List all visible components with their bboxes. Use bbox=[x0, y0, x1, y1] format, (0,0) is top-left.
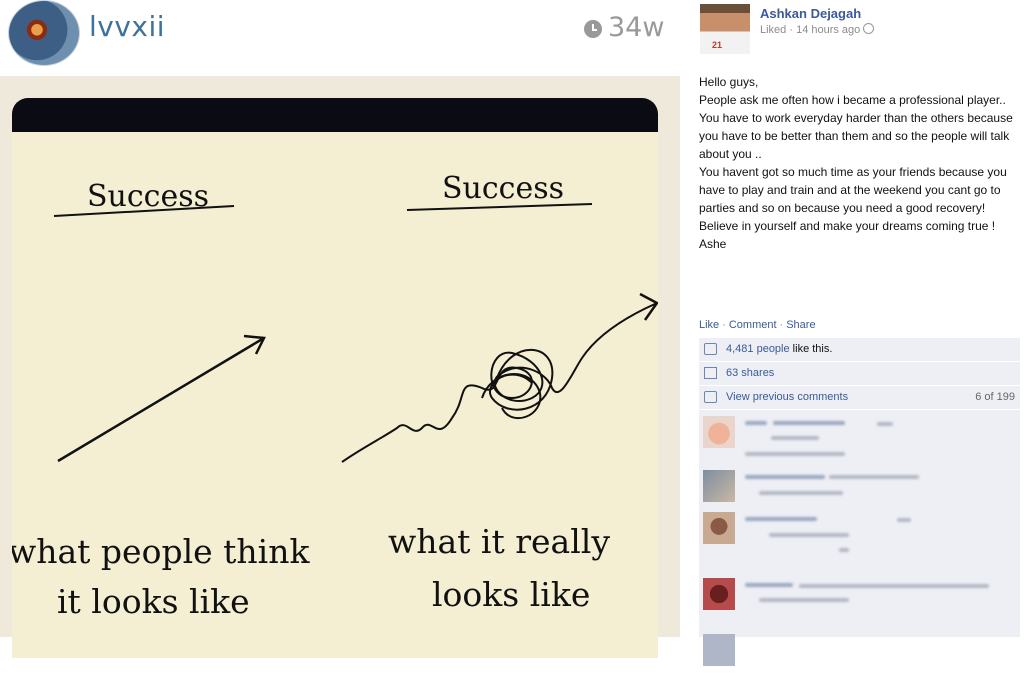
action-separator: · bbox=[779, 319, 784, 331]
post-line: Ashe bbox=[699, 237, 727, 251]
jersey-number: 21 bbox=[712, 40, 723, 50]
post-line: You have to work everyday harder than th… bbox=[699, 111, 1013, 161]
comment-link[interactable]: Comment bbox=[729, 319, 777, 331]
blurred-meta bbox=[759, 491, 843, 495]
globe-icon bbox=[863, 23, 875, 34]
straight-arrow-line bbox=[57, 336, 265, 463]
blurred-text bbox=[897, 518, 911, 522]
thumb-icon bbox=[704, 343, 717, 355]
action-separator: · bbox=[722, 319, 726, 331]
right-caption-line2: looks like bbox=[432, 575, 590, 614]
left-caption-line1: what people think bbox=[12, 532, 310, 571]
blurred-text bbox=[769, 533, 849, 537]
blurred-text bbox=[839, 548, 849, 552]
success-drawing: Success Success what people think it loo… bbox=[12, 171, 658, 621]
shares-row: 63 shares bbox=[699, 362, 1020, 386]
comment-item bbox=[699, 412, 1020, 468]
user-avatar[interactable] bbox=[8, 0, 80, 66]
instagram-post: lvvxii 34w Success Success what people t… bbox=[0, 0, 680, 658]
facebook-post: 21 Ashkan Dejagah Liked · 14 hours ago H… bbox=[690, 0, 1026, 666]
likes-row: 4,481 people like this. bbox=[699, 338, 1020, 362]
commenter-avatar[interactable] bbox=[703, 512, 735, 544]
share-link[interactable]: Share bbox=[786, 319, 815, 331]
post-photo[interactable]: Success Success what people think it loo… bbox=[12, 98, 658, 658]
instagram-post-header: lvvxii 34w bbox=[0, 0, 680, 76]
post-line: People ask me often how i became a profe… bbox=[699, 93, 1006, 107]
likes-summary: 4,481 people like this. bbox=[726, 343, 832, 355]
left-caption-line2: it looks like bbox=[57, 582, 250, 621]
commenter-avatar[interactable] bbox=[703, 470, 735, 502]
comment-item bbox=[699, 574, 1020, 630]
comment-icon bbox=[704, 391, 717, 403]
author-name-link[interactable]: Ashkan Dejagah bbox=[760, 6, 861, 21]
blurred-name bbox=[745, 475, 825, 479]
post-line: You havent got so much time as your frie… bbox=[699, 165, 1007, 215]
username-link[interactable]: lvvxii bbox=[89, 10, 165, 43]
clock-icon bbox=[584, 20, 602, 38]
post-actions: Like · Comment · Share bbox=[699, 319, 816, 331]
blurred-text bbox=[773, 421, 845, 425]
squiggly-arrow-line bbox=[341, 302, 658, 463]
comment-item bbox=[699, 630, 1020, 686]
comment-item bbox=[699, 508, 1020, 564]
blurred-meta bbox=[745, 452, 845, 456]
commenter-avatar[interactable] bbox=[703, 578, 735, 610]
post-body: Hello guys, People ask me often how i be… bbox=[699, 73, 1019, 253]
view-previous-comments-link[interactable]: View previous comments bbox=[726, 391, 848, 403]
view-previous-row: View previous comments 6 of 199 bbox=[699, 386, 1020, 410]
share-icon bbox=[704, 367, 717, 379]
blurred-text bbox=[799, 584, 989, 588]
blurred-meta bbox=[759, 598, 849, 602]
post-line: Believe in yourself and make your dreams… bbox=[699, 219, 996, 233]
shares-link[interactable]: 63 shares bbox=[726, 367, 774, 379]
blurred-text bbox=[829, 475, 919, 479]
comments-pager-count: 6 of 199 bbox=[975, 391, 1015, 403]
post-line: Hello guys, bbox=[699, 75, 759, 89]
post-meta: Liked · 14 hours ago bbox=[760, 23, 875, 36]
photo-frame: Success Success what people think it loo… bbox=[0, 76, 680, 658]
blurred-name bbox=[745, 421, 767, 425]
likes-suffix: like this. bbox=[789, 343, 833, 355]
blurred-text bbox=[877, 422, 893, 426]
likes-count-link[interactable]: 4,481 people bbox=[726, 343, 790, 355]
post-time[interactable]: 34w bbox=[608, 12, 664, 43]
like-link[interactable]: Like bbox=[699, 319, 719, 331]
right-caption-line1: what it really bbox=[388, 522, 610, 561]
blurred-name bbox=[745, 583, 793, 587]
blurred-text bbox=[771, 436, 819, 440]
feedback-box: 4,481 people like this. 63 shares View p… bbox=[699, 338, 1020, 666]
post-meta-text: Liked · 14 hours ago bbox=[760, 24, 861, 36]
commenter-avatar[interactable] bbox=[703, 634, 735, 666]
commenter-avatar[interactable] bbox=[703, 416, 735, 448]
author-profile-picture[interactable]: 21 bbox=[700, 4, 750, 54]
right-success-heading: Success bbox=[442, 171, 564, 206]
blurred-name bbox=[745, 517, 817, 521]
